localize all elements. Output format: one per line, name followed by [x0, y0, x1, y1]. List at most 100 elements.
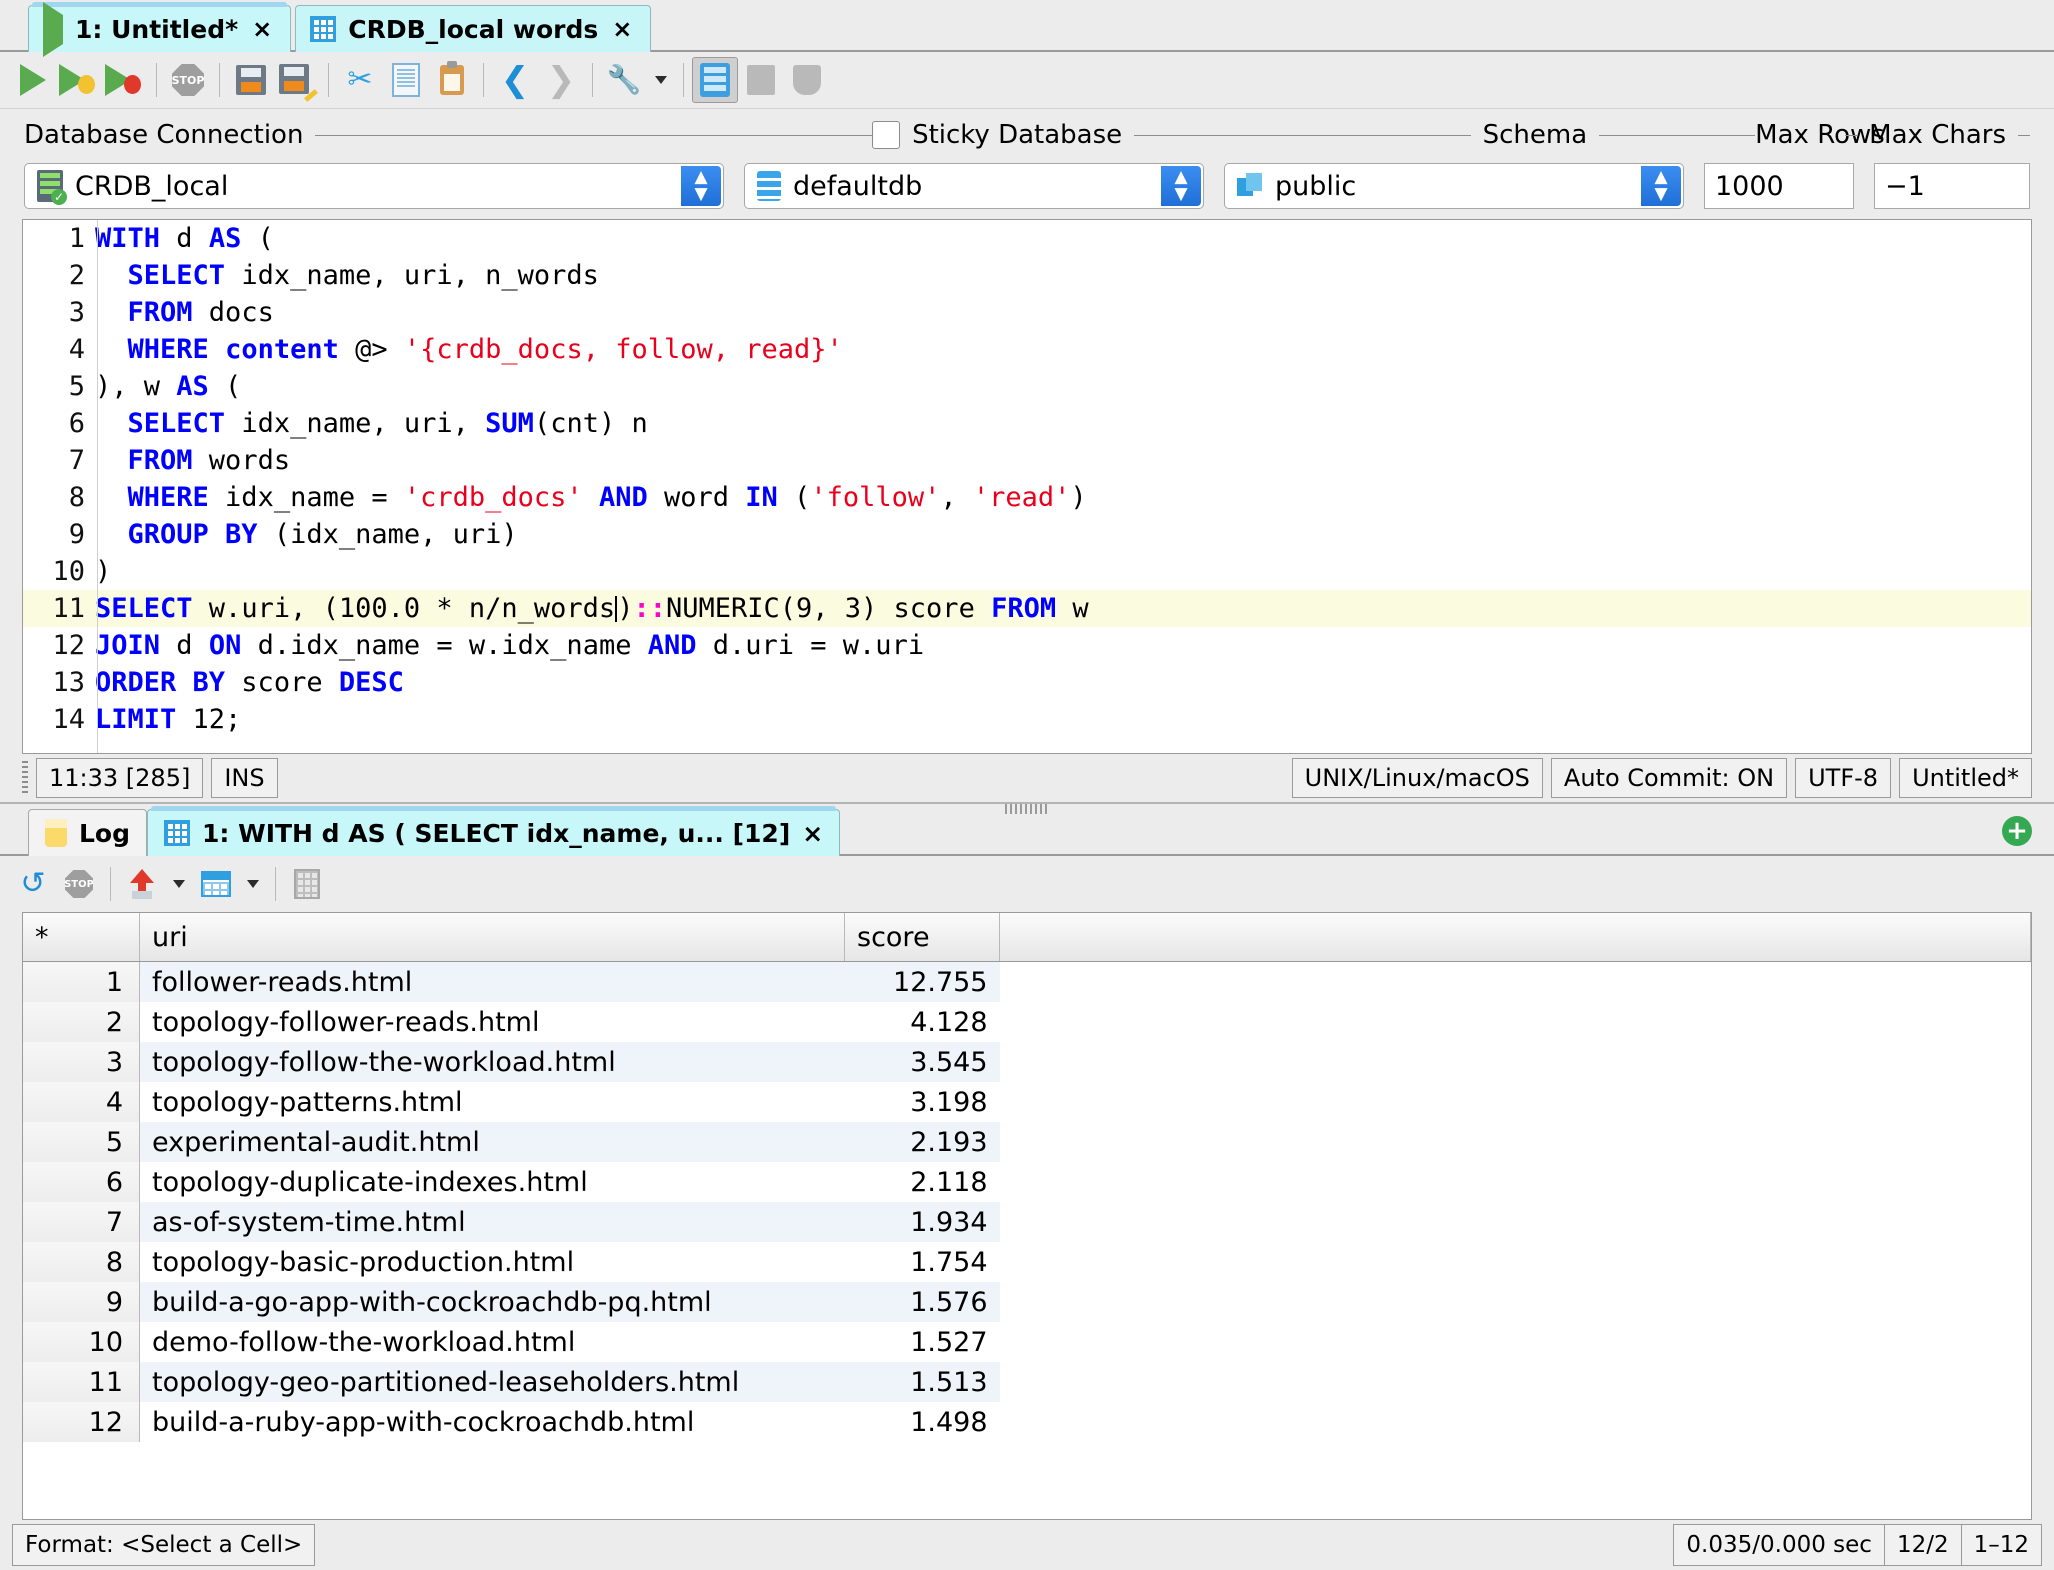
score-cell[interactable]: 12.755	[844, 961, 1000, 1002]
uri-cell[interactable]: topology-geo-partitioned-leaseholders.ht…	[139, 1362, 845, 1402]
uri-cell[interactable]: as-of-system-time.html	[139, 1202, 845, 1242]
code-line[interactable]: 2 SELECT idx_name, uri, n_words	[23, 257, 2031, 294]
results-tab-log[interactable]: Log	[28, 809, 148, 856]
code-line[interactable]: 3 FROM docs	[23, 294, 2031, 331]
sql-editor[interactable]: 1 WITH d AS (2 SELECT idx_name, uri, n_wo…	[22, 219, 2032, 754]
insert-mode-status[interactable]: INS	[211, 758, 278, 798]
chevron-updown-icon[interactable]: ▲ ▼	[1161, 166, 1201, 206]
code-line[interactable]: 1 WITH d AS (	[23, 220, 2031, 257]
sticky-database-checkbox[interactable]	[872, 121, 901, 149]
format-status[interactable]: Format: <Select a Cell>	[12, 1524, 316, 1566]
score-cell[interactable]: 1.513	[844, 1362, 1000, 1402]
auto-commit-status[interactable]: Auto Commit: ON	[1550, 758, 1788, 798]
resize-grip[interactable]	[22, 761, 28, 795]
row-number-cell[interactable]: 8	[23, 1242, 140, 1282]
chevron-updown-icon[interactable]: ▲ ▼	[1641, 166, 1681, 206]
chevron-updown-icon[interactable]: ▲ ▼	[681, 166, 721, 206]
code-line[interactable]: 5), w AS (	[23, 368, 2031, 405]
table-row[interactable]: 6 topology-duplicate-indexes.html 2.118	[23, 1162, 2031, 1202]
uri-cell[interactable]: experimental-audit.html	[139, 1122, 845, 1162]
max-rows-input[interactable]: 1000	[1704, 163, 1854, 209]
table-row[interactable]: 9 build-a-go-app-with-cockroachdb-pq.html…	[23, 1282, 2031, 1322]
stop-icon[interactable]: STOP	[165, 57, 211, 103]
uri-cell[interactable]: topology-duplicate-indexes.html	[140, 1162, 845, 1202]
uri-cell[interactable]: topology-follower-reads.html	[140, 1002, 845, 1042]
save-icon[interactable]	[228, 57, 274, 103]
score-cell[interactable]: 1.934	[844, 1202, 1000, 1242]
table-row[interactable]: 8 topology-basic-production.html 1.754	[23, 1242, 2031, 1282]
uri-cell[interactable]: topology-follow-the-workload.html	[139, 1042, 845, 1082]
data-view-icon[interactable]	[784, 57, 830, 103]
code-line[interactable]: 8 WHERE idx_name = 'crdb_docs' AND word …	[23, 479, 2031, 516]
table-row[interactable]: 11 topology-geo-partitioned-leaseholders.…	[23, 1362, 2031, 1402]
stop-icon[interactable]: STOP	[56, 861, 102, 907]
code-line[interactable]: 10)	[23, 553, 2031, 590]
code-line[interactable]: 12 JOIN d ON d.idx_name = w.idx_name AND …	[23, 627, 2031, 664]
schema-select[interactable]: public ▲ ▼	[1224, 163, 1684, 209]
table-view-dropdown-caret-icon[interactable]	[239, 861, 267, 907]
export-dropdown-caret-icon[interactable]	[165, 861, 193, 907]
column-header-rownum[interactable]: *	[23, 913, 140, 962]
database-explorer-icon[interactable]	[692, 57, 738, 103]
code-line[interactable]: 13 ORDER BY score DESC	[23, 664, 2031, 701]
document-tab-untitled[interactable]: 1: Untitled* ×	[28, 1, 292, 57]
score-cell[interactable]: 2.118	[845, 1162, 1000, 1202]
object-view-icon[interactable]	[738, 57, 784, 103]
row-number-cell[interactable]: 4	[23, 1082, 140, 1122]
score-cell[interactable]: 3.198	[845, 1082, 1000, 1122]
code-line[interactable]: 9 GROUP BY (idx_name, uri)	[23, 516, 2031, 553]
add-result-tab-button[interactable]: +	[2002, 816, 2032, 846]
score-cell[interactable]: 4.128	[845, 1002, 1000, 1042]
execute-icon[interactable]	[10, 57, 56, 103]
back-icon[interactable]: ❮	[492, 57, 538, 103]
score-cell[interactable]: 1.754	[845, 1242, 1000, 1282]
uri-cell[interactable]: build-a-ruby-app-with-cockroachdb.html	[140, 1402, 845, 1442]
row-number-cell[interactable]: 2	[23, 1002, 140, 1042]
score-cell[interactable]: 1.576	[844, 1282, 1000, 1322]
uri-cell[interactable]: follower-reads.html	[139, 961, 845, 1002]
results-grid[interactable]: * uri score 1 follower-reads.html 12.755 2 t…	[22, 912, 2032, 1520]
row-number-cell[interactable]: 10	[23, 1322, 140, 1362]
tools-icon[interactable]: 🔧	[601, 57, 647, 103]
table-row[interactable]: 4 topology-patterns.html 3.198	[23, 1082, 2031, 1122]
close-icon[interactable]: ×	[610, 15, 634, 43]
score-cell[interactable]: 3.545	[844, 1042, 1000, 1082]
column-header-uri[interactable]: uri	[139, 913, 845, 962]
uri-cell[interactable]: build-a-go-app-with-cockroachdb-pq.html	[139, 1282, 845, 1322]
row-number-cell[interactable]: 7	[23, 1202, 140, 1242]
score-cell[interactable]: 1.498	[845, 1402, 1000, 1442]
row-number-cell[interactable]: 3	[23, 1042, 140, 1082]
row-number-cell[interactable]: 12	[23, 1402, 140, 1442]
document-tab-crdb-local-words[interactable]: CRDB_local words ×	[295, 5, 652, 52]
score-cell[interactable]: 2.193	[844, 1122, 1000, 1162]
results-tab-query[interactable]: 1: WITH d AS ( SELECT idx_name, u... [12…	[147, 806, 841, 856]
column-header-score[interactable]: score	[844, 913, 1000, 962]
forward-icon[interactable]: ❯	[538, 57, 584, 103]
export-icon[interactable]	[119, 861, 165, 907]
calc-icon[interactable]	[284, 861, 330, 907]
table-row[interactable]: 5 experimental-audit.html 2.193	[23, 1122, 2031, 1162]
table-row[interactable]: 1 follower-reads.html 12.755	[23, 961, 2031, 1002]
paste-icon[interactable]	[429, 57, 475, 103]
uri-cell[interactable]: demo-follow-the-workload.html	[140, 1322, 845, 1362]
database-select[interactable]: defaultdb ▲ ▼	[744, 163, 1204, 209]
execute-step-icon[interactable]	[56, 57, 102, 103]
execute-stop-icon[interactable]	[102, 57, 148, 103]
save-as-icon[interactable]	[274, 57, 320, 103]
code-line[interactable]: 11 SELECT w.uri, (100.0 * n/n_words)::NUM…	[23, 590, 2031, 627]
table-row[interactable]: 7 as-of-system-time.html 1.934	[23, 1202, 2031, 1242]
close-icon[interactable]: ×	[250, 15, 274, 43]
line-ending-status[interactable]: UNIX/Linux/macOS	[1291, 758, 1543, 798]
row-number-cell[interactable]: 9	[23, 1282, 140, 1322]
code-line[interactable]: 4 WHERE content @> '{crdb_docs, follow, …	[23, 331, 2031, 368]
sql-code-area[interactable]: 1 WITH d AS (2 SELECT idx_name, uri, n_wo…	[23, 220, 2031, 753]
table-row[interactable]: 12 build-a-ruby-app-with-cockroachdb.html…	[23, 1402, 2031, 1442]
cut-icon[interactable]: ✂	[337, 57, 383, 103]
row-number-cell[interactable]: 11	[23, 1362, 140, 1402]
database-connection-select[interactable]: ✓ CRDB_local ▲ ▼	[24, 163, 724, 209]
row-number-cell[interactable]: 6	[23, 1162, 140, 1202]
row-number-cell[interactable]: 5	[23, 1122, 140, 1162]
max-chars-input[interactable]: −1	[1874, 163, 2030, 209]
uri-cell[interactable]: topology-patterns.html	[140, 1082, 845, 1122]
table-row[interactable]: 3 topology-follow-the-workload.html 3.545	[23, 1042, 2031, 1082]
